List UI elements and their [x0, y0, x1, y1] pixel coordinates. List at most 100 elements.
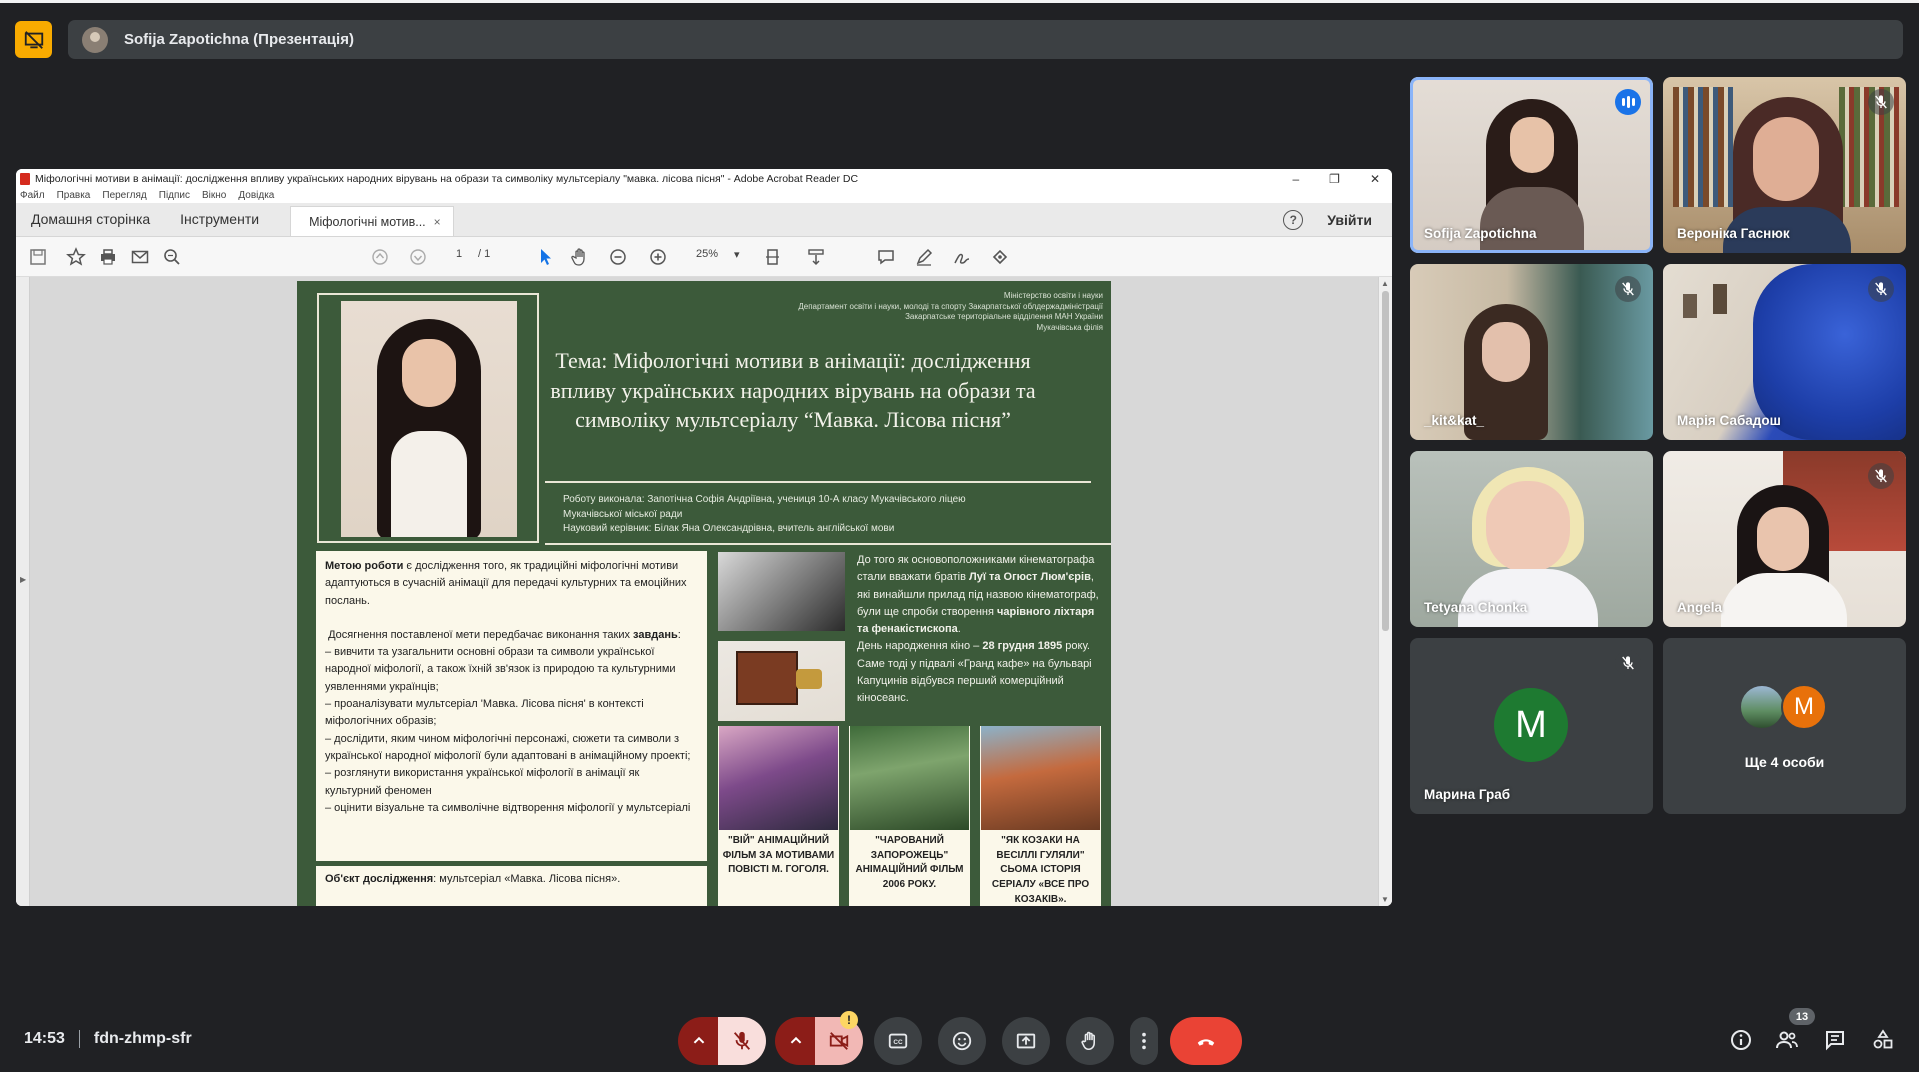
search-icon[interactable]	[160, 245, 184, 269]
video-options-button[interactable]	[775, 1017, 817, 1065]
hand-tool-icon[interactable]	[568, 245, 592, 269]
zoom-level-select[interactable]: 25%	[696, 248, 718, 260]
authors-block: Роботу виконала: Запотічна Софія Андріїв…	[563, 494, 966, 534]
highlight-pen-icon[interactable]	[912, 245, 936, 269]
scroll-mode-icon[interactable]	[804, 245, 828, 269]
audio-options-button[interactable]	[678, 1017, 720, 1065]
zoom-in-icon[interactable]	[646, 245, 670, 269]
menu-help[interactable]: Довідка	[238, 190, 274, 201]
acrobat-account: ? Увійти	[1283, 210, 1372, 230]
restore-icon[interactable]: ❐	[1329, 172, 1340, 186]
chat-button[interactable]	[1820, 1025, 1850, 1055]
activities-button[interactable]	[1868, 1025, 1898, 1055]
window-title: Міфологічні мотиви в анімації: досліджен…	[35, 172, 859, 185]
tab-home[interactable]: Домашня сторінка	[16, 211, 165, 236]
leave-call-button[interactable]	[1170, 1017, 1242, 1065]
menu-view[interactable]: Перегляд	[102, 190, 146, 201]
present-screen-button[interactable]	[1002, 1017, 1050, 1065]
tab-close-icon[interactable]: ×	[434, 215, 441, 229]
info-icon	[1731, 1030, 1751, 1050]
people-icon	[1776, 1031, 1798, 1049]
tab-tools[interactable]: Інструменти	[165, 211, 274, 236]
meeting-info: 14:53 fdn-zhmp-sfr	[24, 1030, 192, 1048]
pdf-icon	[20, 172, 30, 185]
comment-icon[interactable]	[874, 245, 898, 269]
scroll-up-icon[interactable]: ▲	[1381, 279, 1389, 288]
sign-in-button[interactable]: Увійти	[1327, 212, 1372, 228]
more-avatars: M	[1739, 684, 1829, 732]
close-icon[interactable]: ✕	[1370, 172, 1380, 186]
acrobat-toolbar: 1 / 1 25% ▾	[16, 237, 1392, 277]
meeting-details-button[interactable]	[1726, 1025, 1756, 1055]
menu-window[interactable]: Вікно	[202, 190, 226, 201]
zoom-dropdown-icon[interactable]: ▾	[734, 248, 740, 261]
more-tools-icon[interactable]	[988, 245, 1012, 269]
microphone-toggle-button[interactable]	[718, 1017, 766, 1065]
bookmark-star-icon[interactable]	[64, 245, 88, 269]
pdf-page: Міністерство освіти і науки Департамент …	[297, 281, 1111, 906]
tab-document[interactable]: Міфологічні мотив... ×	[290, 206, 455, 236]
author-photo-frame	[317, 293, 539, 543]
hand-icon	[1081, 1031, 1095, 1051]
cinematograph-photo	[718, 641, 845, 721]
more-options-button[interactable]	[1130, 1017, 1158, 1065]
menu-edit[interactable]: Правка	[57, 190, 91, 201]
menu-sign[interactable]: Підпис	[159, 190, 190, 201]
participant-tile[interactable]: Tetyana Chonka	[1410, 451, 1653, 627]
cartoon-card: "ЯК КОЗАКИ НА ВЕСІЛЛІ ГУЛЯЛИ" СЬОМА ІСТО…	[980, 726, 1101, 906]
page-up-icon[interactable]	[368, 245, 392, 269]
stop-presenting-button[interactable]	[15, 21, 52, 58]
speaking-indicator-icon	[1615, 89, 1641, 115]
participant-tile[interactable]: Марія Сабадош	[1663, 264, 1906, 440]
zoom-out-icon[interactable]	[606, 245, 630, 269]
save-icon[interactable]	[26, 245, 50, 269]
vertical-scrollbar[interactable]: ▲ ▼	[1378, 277, 1392, 906]
participant-name: Tetyana Chonka	[1424, 600, 1528, 615]
window-controls: – ❐ ✕	[1292, 169, 1380, 188]
chevron-up-icon	[790, 1036, 802, 1044]
cartoon-caption: "ЯК КОЗАКИ НА ВЕСІЛЛІ ГУЛЯЛИ" СЬОМА ІСТО…	[991, 835, 1090, 905]
author-photo	[341, 301, 517, 537]
participant-tile[interactable]: Angela	[1663, 451, 1906, 627]
participant-name: _kit&kat_	[1424, 413, 1485, 428]
object-box: Об'єкт дослідження: мультсеріал «Мавка. …	[316, 866, 707, 906]
reactions-button[interactable]	[938, 1017, 986, 1065]
participant-tile[interactable]: _kit&kat_	[1410, 264, 1653, 440]
cartoon-caption: "ВІЙ" АНІМАЦІЙНИЙ ФІЛЬМ ЗА МОТИВАМИ ПОВІ…	[722, 835, 835, 876]
email-icon[interactable]	[128, 245, 152, 269]
participant-tile[interactable]: Вероніка Гаснюк	[1663, 77, 1906, 253]
participant-name: Марія Сабадош	[1677, 413, 1781, 428]
scrollbar-thumb[interactable]	[1382, 291, 1389, 631]
people-button[interactable]	[1772, 1025, 1802, 1055]
captions-button[interactable]: CC	[874, 1017, 922, 1065]
captions-icon: CC	[888, 1033, 908, 1049]
cartoon-image	[981, 726, 1100, 830]
emoji-icon	[952, 1031, 972, 1051]
scroll-down-icon[interactable]: ▼	[1381, 895, 1389, 904]
participant-tile[interactable]: Sofija Zapotichna	[1410, 77, 1653, 253]
end-call-icon	[1197, 1039, 1215, 1046]
left-pane-toggle[interactable]: ▶	[16, 277, 30, 906]
participant-tile[interactable]: M Марина Граб	[1410, 638, 1653, 814]
cartoon-caption: "ЧАРОВАНИЙ ЗАПОРОЖЕЦЬ" АНІМАЦІЙНИЙ ФІЛЬМ…	[855, 835, 964, 891]
print-icon[interactable]	[96, 245, 120, 269]
page-number-input[interactable]: 1	[456, 248, 462, 260]
raise-hand-button[interactable]	[1066, 1017, 1114, 1065]
aims-tasks-box: Метою роботи є дослідження того, як трад…	[316, 551, 707, 861]
menu-file[interactable]: Файл	[20, 190, 45, 201]
page-down-icon[interactable]	[406, 245, 430, 269]
minimize-icon[interactable]: –	[1292, 172, 1299, 186]
mic-off-icon	[1615, 650, 1641, 676]
presenter-label: Sofija Zapotichna (Презентація)	[124, 31, 354, 48]
poster-title: Тема: Міфологічні мотиви в анімації: дос…	[550, 348, 1036, 432]
sign-icon[interactable]	[950, 245, 974, 269]
cartoon-image	[719, 726, 838, 830]
expand-arrow-icon[interactable]: ▶	[20, 575, 26, 584]
window-title-bar: Міфологічні мотиви в анімації: досліджен…	[16, 169, 1392, 188]
help-icon[interactable]: ?	[1283, 210, 1304, 230]
chat-icon	[1826, 1031, 1844, 1051]
select-pointer-icon[interactable]	[534, 245, 558, 269]
mic-off-icon	[733, 1031, 751, 1050]
fit-page-icon[interactable]	[762, 245, 786, 269]
more-participants-tile[interactable]: M Ще 4 особи	[1663, 638, 1906, 814]
